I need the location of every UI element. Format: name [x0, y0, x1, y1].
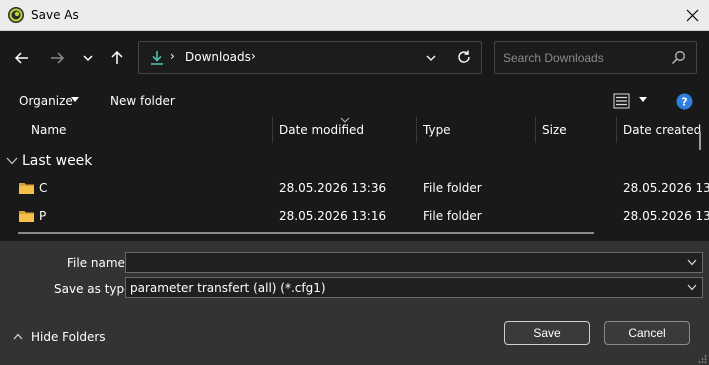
- navigation-bar: › Downloads ›: [0, 31, 709, 85]
- help-icon[interactable]: ?: [676, 93, 693, 110]
- arrow-up-icon: [111, 50, 123, 64]
- chevron-down-icon: [83, 55, 93, 62]
- caret-down-icon[interactable]: [71, 97, 79, 103]
- save-options-panel: File name: Save as type: parameter trans…: [0, 241, 709, 365]
- vertical-scrollbar[interactable]: [699, 132, 701, 150]
- arrow-right-icon: [51, 52, 65, 64]
- file-date-modified: 28.05.2026 13:36: [279, 181, 387, 195]
- arrow-left-icon: [14, 52, 28, 64]
- column-divider[interactable]: [416, 117, 417, 143]
- breadcrumb-separator: ›: [170, 49, 175, 63]
- chevron-down-icon[interactable]: [687, 259, 697, 266]
- back-button[interactable]: [11, 47, 33, 69]
- file-type: File folder: [423, 209, 482, 223]
- table-row[interactable]: P 28.05.2026 13:16 File folder 28.05.202…: [0, 204, 709, 228]
- file-date-created: 28.05.2026 13: [623, 209, 709, 223]
- file-list: Name Date modified Type Size Date create…: [0, 117, 709, 241]
- svg-text:?: ?: [681, 96, 687, 109]
- download-icon: [151, 51, 163, 65]
- up-button[interactable]: [106, 47, 128, 69]
- breadcrumb-downloads[interactable]: Downloads: [185, 50, 251, 64]
- folder-icon: [19, 211, 34, 222]
- file-name-field[interactable]: [125, 252, 703, 273]
- horizontal-scrollbar[interactable]: [18, 232, 594, 234]
- file-type: File folder: [423, 181, 482, 195]
- save-button[interactable]: Save: [504, 321, 590, 345]
- group-label: Last week: [22, 153, 93, 169]
- view-list-icon[interactable]: [613, 93, 631, 109]
- column-divider[interactable]: [272, 117, 273, 143]
- chevron-down-icon[interactable]: [424, 51, 438, 65]
- save-as-type-value: parameter transfert (all) (*.cfg1): [130, 281, 326, 295]
- file-date-created: 28.05.2026 13: [623, 181, 709, 195]
- close-icon: [686, 9, 698, 21]
- search-box[interactable]: [494, 41, 697, 74]
- folder-icon: [19, 183, 34, 194]
- forward-button[interactable]: [46, 47, 68, 69]
- recent-locations-button[interactable]: [77, 47, 99, 69]
- title-bar: Save As: [0, 0, 709, 31]
- caret-down-icon[interactable]: [639, 97, 647, 103]
- address-bar[interactable]: › Downloads ›: [138, 41, 482, 74]
- hide-folders-label: Hide Folders: [31, 330, 106, 344]
- cancel-button[interactable]: Cancel: [604, 321, 690, 345]
- column-header-date-created[interactable]: Date created: [623, 123, 701, 137]
- window-title: Save As: [31, 8, 79, 22]
- command-toolbar: Organize New folder ?: [0, 85, 709, 117]
- save-as-type-label: Save as type:: [54, 282, 136, 296]
- app-logo-icon: [8, 7, 24, 23]
- resize-grip-icon[interactable]: [697, 354, 707, 364]
- column-header-size[interactable]: Size: [542, 123, 567, 137]
- close-button[interactable]: [679, 4, 705, 26]
- column-header-name[interactable]: Name: [31, 123, 66, 137]
- file-name-label: File name:: [67, 256, 129, 270]
- refresh-icon[interactable]: [456, 49, 472, 65]
- table-row[interactable]: C 28.05.2026 13:36 File folder 28.05.202…: [0, 176, 709, 200]
- breadcrumb-separator[interactable]: ›: [251, 49, 256, 63]
- column-header-date-modified[interactable]: Date modified: [279, 123, 364, 137]
- save-as-type-select[interactable]: parameter transfert (all) (*.cfg1): [125, 277, 703, 298]
- search-input[interactable]: [503, 50, 663, 66]
- new-folder-button[interactable]: New folder: [110, 94, 175, 108]
- search-icon[interactable]: [671, 50, 686, 65]
- chevron-up-icon: [13, 333, 23, 340]
- chevron-down-icon: [6, 157, 18, 165]
- file-name: P: [39, 209, 47, 223]
- file-name-input[interactable]: [130, 255, 670, 270]
- chevron-down-icon[interactable]: [687, 284, 697, 291]
- file-date-modified: 28.05.2026 13:16: [279, 209, 387, 223]
- column-divider[interactable]: [535, 117, 536, 143]
- file-name: C: [39, 181, 48, 195]
- organize-button[interactable]: Organize: [19, 94, 73, 108]
- column-header-type[interactable]: Type: [423, 123, 451, 137]
- column-divider[interactable]: [616, 117, 617, 143]
